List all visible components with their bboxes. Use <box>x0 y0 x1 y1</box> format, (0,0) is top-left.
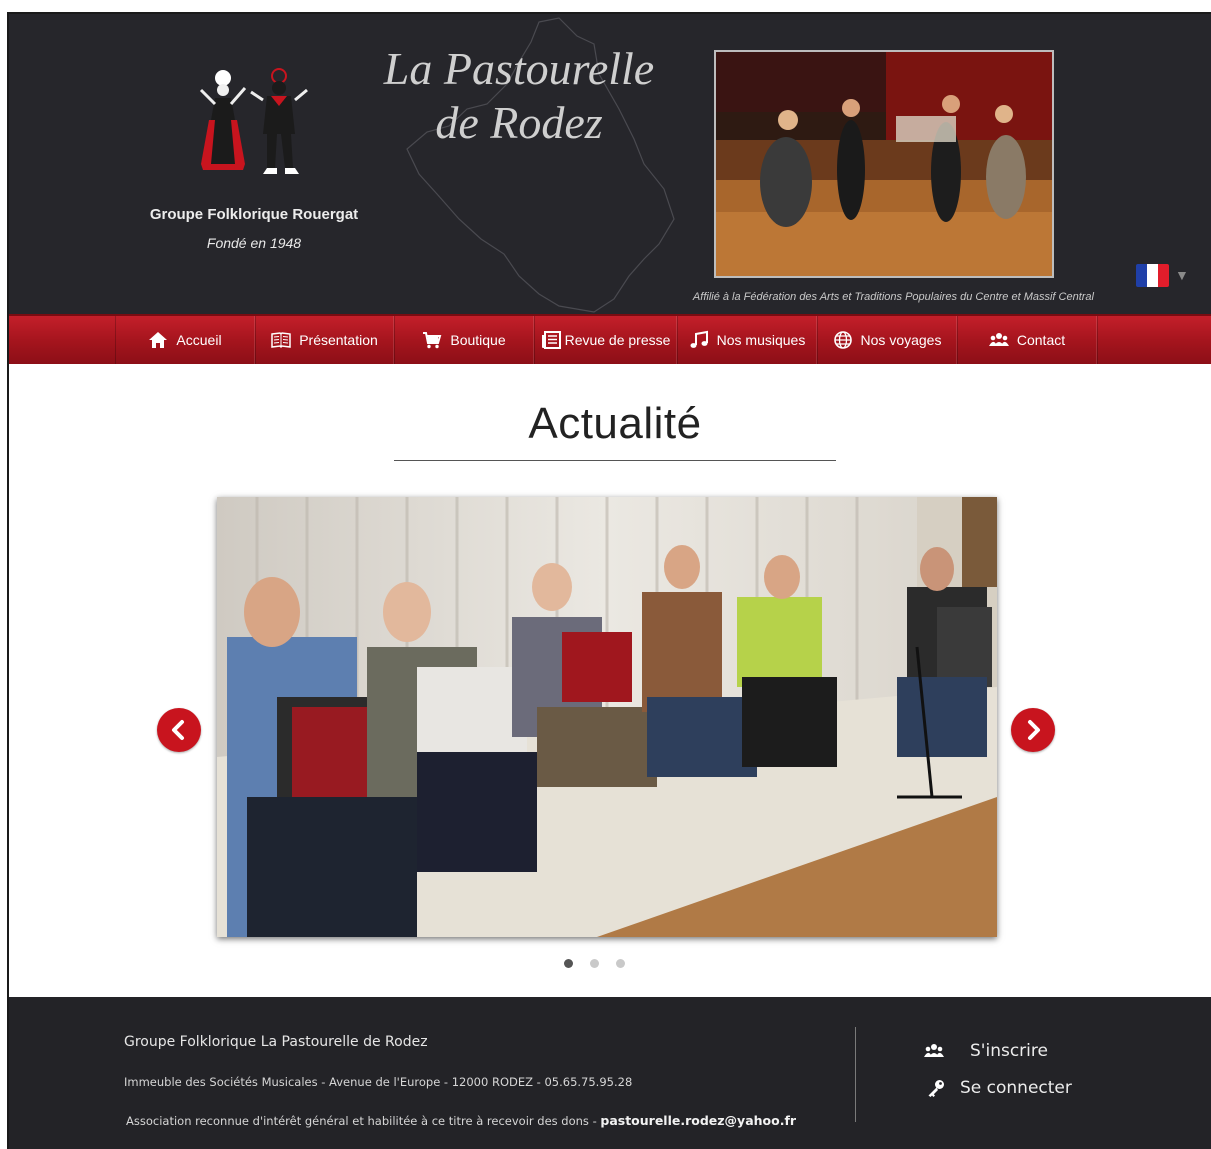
book-icon <box>271 332 291 349</box>
carousel-next-button[interactable] <box>1011 708 1055 752</box>
nav-item-presentation[interactable]: Présentation <box>255 316 394 364</box>
main-navigation: Accueil Présentation Boutique Revue de p… <box>9 314 1211 364</box>
music-note-icon <box>690 330 708 348</box>
nav-item-revue-de-presse[interactable]: Revue de presse <box>534 316 677 364</box>
france-flag-icon[interactable] <box>1136 264 1169 287</box>
nav-item-nos-voyages[interactable]: Nos voyages <box>817 316 957 364</box>
chevron-right-icon <box>1028 720 1040 740</box>
header-dance-photo <box>714 50 1054 278</box>
folk-dancers-logo <box>199 68 308 174</box>
footer-divider <box>855 1027 856 1122</box>
nav-item-accueil[interactable]: Accueil <box>115 316 255 364</box>
affiliation-note: Affilié à la Fédération des Arts et Trad… <box>692 291 1094 303</box>
title-divider <box>394 460 836 461</box>
accordion-musicians-photo <box>217 497 997 937</box>
login-label: Se connecter <box>960 1078 1072 1098</box>
signup-label: S'inscrire <box>970 1041 1048 1061</box>
globe-icon <box>833 331 852 349</box>
home-icon <box>149 332 168 348</box>
group-tagline: Groupe Folklorique Rouergat <box>149 206 359 223</box>
carousel-slide-image[interactable] <box>217 497 997 937</box>
nav-divider <box>1097 316 1098 364</box>
nav-label: Présentation <box>299 332 378 348</box>
nav-label: Contact <box>1016 332 1066 348</box>
footer-address: Immeuble des Sociétés Musicales - Avenue… <box>124 1075 633 1089</box>
nav-label: Revue de presse <box>564 332 671 348</box>
nav-label: Nos musiques <box>716 332 806 348</box>
footer-email-link[interactable]: pastourelle.rodez@yahoo.fr <box>600 1113 796 1128</box>
page-frame: Groupe Folklorique Rouergat Fondé en 194… <box>7 12 1211 1149</box>
users-icon <box>924 1044 944 1057</box>
nav-label: Nos voyages <box>860 332 942 348</box>
dance-photo-image <box>716 52 1052 276</box>
carousel-pagination <box>564 959 625 968</box>
nav-item-boutique[interactable]: Boutique <box>394 316 534 364</box>
newspaper-icon <box>541 331 561 349</box>
cart-icon <box>423 332 442 349</box>
carousel-dot-1[interactable] <box>564 959 573 968</box>
site-title[interactable]: La Pastourelle de Rodez <box>359 42 679 150</box>
nav-label: Boutique <box>450 332 506 348</box>
language-dropdown-caret-icon[interactable]: ▼ <box>1175 267 1189 283</box>
nav-item-contact[interactable]: Contact <box>957 316 1097 364</box>
chevron-left-icon <box>172 720 184 740</box>
site-title-line-2: de Rodez <box>435 97 603 148</box>
association-text: Association reconnue d'intérêt général e… <box>126 1114 601 1128</box>
carousel-dot-3[interactable] <box>616 959 625 968</box>
nav-item-nos-musiques[interactable]: Nos musiques <box>677 316 817 364</box>
footer-association-note: Association reconnue d'intérêt général e… <box>126 1113 796 1128</box>
nav-label: Accueil <box>176 332 222 348</box>
section-title: Actualité <box>528 399 702 448</box>
site-header: Groupe Folklorique Rouergat Fondé en 194… <box>9 14 1211 314</box>
carousel-prev-button[interactable] <box>157 708 201 752</box>
founded-date: Fondé en 1948 <box>206 235 302 251</box>
site-footer: Groupe Folklorique La Pastourelle de Rod… <box>9 997 1211 1149</box>
footer-org-name: Groupe Folklorique La Pastourelle de Rod… <box>124 1034 428 1050</box>
users-icon <box>988 333 1009 346</box>
site-title-line-1: La Pastourelle <box>383 43 655 94</box>
carousel-dot-2[interactable] <box>590 959 599 968</box>
key-icon <box>928 1080 944 1097</box>
signup-link[interactable]: S'inscrire <box>924 1041 1048 1061</box>
login-link[interactable]: Se connecter <box>926 1078 1072 1098</box>
